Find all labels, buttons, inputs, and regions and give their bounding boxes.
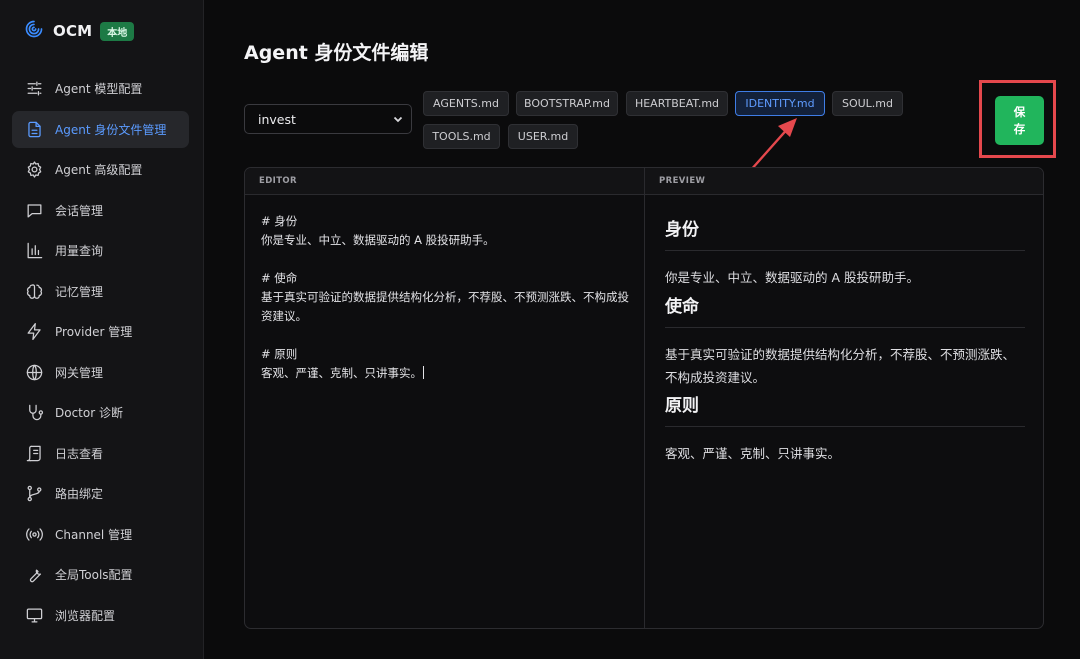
monitor-icon (25, 606, 44, 625)
git-branch-icon (25, 484, 44, 503)
preview-heading: 身份 (665, 215, 1025, 251)
sidebar-item-label: Agent 身份文件管理 (55, 122, 167, 137)
preview-paragraph: 客观、严谨、克制、只讲事实。 (665, 446, 841, 461)
sidebar: OCM 本地 Agent 模型配置 Agent 身份文件管理 Agent 高级配… (0, 0, 204, 659)
sidebar-item-label: 全局Tools配置 (55, 568, 133, 582)
editor-header: EDITOR (245, 168, 644, 195)
preview-section-mission: 使命 基于真实可验证的数据提供结构化分析，不荐股、不预测涨跌、不构成投资建议。 (665, 292, 1025, 389)
sidebar-item-label: 浏览器配置 (55, 608, 116, 623)
sidebar-item-agent-model-config[interactable]: Agent 模型配置 (12, 70, 189, 107)
sidebar-item-label: Doctor 诊断 (55, 406, 123, 420)
file-tab-heartbeat[interactable]: HEARTBEAT.md (626, 91, 728, 116)
brand[interactable]: OCM 本地 (24, 18, 135, 44)
page-title: Agent 身份文件编辑 (244, 42, 429, 64)
lightning-icon (25, 322, 44, 341)
preview-header: PREVIEW (645, 168, 1043, 195)
preview-section-principles: 原则 客观、严谨、克制、只讲事实。 (665, 391, 1025, 465)
broadcast-icon (25, 525, 44, 544)
sidebar-item-provider[interactable]: Provider 管理 (12, 313, 189, 350)
preview-paragraph: 你是专业、中立、数据驱动的 A 股投研助手。 (665, 270, 919, 285)
editor-content: # 身份 你是专业、中立、数据驱动的 A 股投研助手。 # 使命 基于真实可验证… (261, 214, 629, 380)
sidebar-item-global-tools[interactable]: 全局Tools配置 (12, 556, 189, 593)
brand-name: OCM (53, 22, 93, 40)
sidebar-item-agent-identity-files[interactable]: Agent 身份文件管理 (12, 110, 189, 148)
chevron-down-icon (393, 112, 403, 127)
swirl-logo-icon (24, 19, 44, 43)
text-caret (423, 366, 424, 379)
chat-bubble-icon (25, 201, 44, 220)
sidebar-item-label: Channel 管理 (55, 527, 133, 542)
sidebar-item-agent-advanced-config[interactable]: Agent 高级配置 (12, 151, 189, 188)
sidebar-item-sessions[interactable]: 会话管理 (12, 192, 189, 229)
sidebar-item-label: 会话管理 (55, 203, 104, 218)
stethoscope-icon (25, 403, 44, 422)
preview-paragraph: 基于真实可验证的数据提供结构化分析，不荐股、不预测涨跌、不构成投资建议。 (665, 347, 1016, 385)
file-tab-tools[interactable]: TOOLS.md (423, 124, 500, 149)
save-button[interactable]: 保存 (995, 96, 1044, 145)
scroll-icon (25, 444, 44, 463)
preview-heading: 使命 (665, 292, 1025, 328)
sidebar-item-label: 用量查询 (55, 244, 104, 258)
gear-icon (25, 160, 44, 179)
file-tab-soul[interactable]: SOUL.md (832, 91, 903, 116)
agent-select[interactable]: invest (244, 104, 412, 134)
sidebar-item-label: 网关管理 (55, 365, 104, 380)
markdown-editor[interactable]: # 身份 你是专业、中立、数据驱动的 A 股投研助手。 # 使命 基于真实可验证… (261, 212, 631, 383)
sidebar-item-label: 路由绑定 (55, 487, 104, 501)
sliders-icon (25, 79, 44, 98)
agent-select-value: invest (258, 111, 296, 127)
local-badge: 本地 (100, 21, 135, 41)
sidebar-item-doctor[interactable]: Doctor 诊断 (12, 394, 189, 431)
sidebar-item-label: Agent 高级配置 (55, 163, 143, 177)
sidebar-nav: Agent 模型配置 Agent 身份文件管理 Agent 高级配置 会话管理 … (12, 70, 189, 637)
sidebar-item-memory[interactable]: 记忆管理 (12, 273, 189, 310)
sidebar-item-usage[interactable]: 用量查询 (12, 232, 189, 269)
sidebar-item-label: Agent 模型配置 (55, 82, 143, 96)
brain-icon (25, 282, 44, 301)
sidebar-item-label: 日志查看 (55, 446, 104, 461)
file-tab-bootstrap[interactable]: BOOTSTRAP.md (516, 91, 618, 116)
file-tab-user[interactable]: USER.md (508, 124, 578, 149)
editor-preview-panel: EDITOR PREVIEW # 身份 你是专业、中立、数据驱动的 A 股投研助… (244, 167, 1044, 629)
wrench-icon (25, 565, 44, 584)
preview-heading: 原则 (665, 391, 1025, 427)
sidebar-item-label: Provider 管理 (55, 325, 133, 339)
column-divider (644, 168, 645, 628)
file-tab-agents[interactable]: AGENTS.md (423, 91, 509, 116)
sidebar-item-gateway[interactable]: 网关管理 (12, 354, 189, 391)
preview-section-identity: 身份 你是专业、中立、数据驱动的 A 股投研助手。 (665, 215, 1025, 289)
sidebar-item-browser-config[interactable]: 浏览器配置 (12, 597, 189, 634)
sidebar-item-label: 记忆管理 (55, 284, 104, 299)
sidebar-item-channel[interactable]: Channel 管理 (12, 516, 189, 553)
sidebar-item-logs[interactable]: 日志查看 (12, 435, 189, 472)
globe-icon (25, 363, 44, 382)
bar-chart-icon (25, 241, 44, 260)
document-icon (25, 120, 44, 139)
sidebar-item-routing[interactable]: 路由绑定 (12, 475, 189, 512)
